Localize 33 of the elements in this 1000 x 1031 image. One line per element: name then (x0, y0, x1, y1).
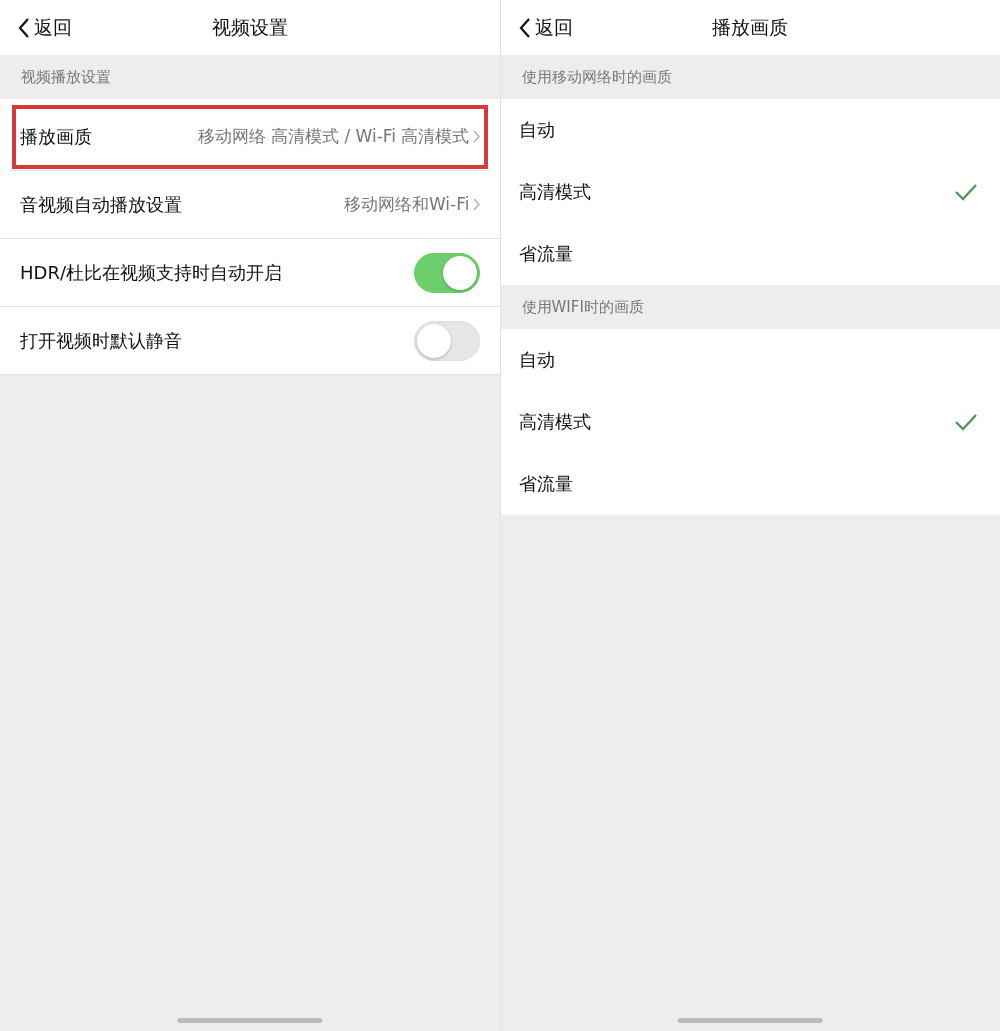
settings-row[interactable]: 播放画质 移动网络 高清模式 / Wi-Fi 高清模式 (10, 103, 490, 171)
back-button[interactable]: 返回 (518, 14, 573, 41)
row-value: 移动网络 高清模式 / Wi-Fi 高清模式 (197, 125, 470, 148)
back-chevron-icon (18, 16, 30, 39)
option-row[interactable]: 高清模式 (500, 161, 1000, 223)
option-row[interactable]: 自动 (500, 99, 1000, 161)
option-label: 省流量 (518, 242, 573, 266)
back-chevron-icon (518, 16, 531, 39)
screen-title: 视频设置 (211, 14, 288, 40)
chevron-icon (472, 198, 480, 211)
row-label: 音视频自动播放设置 (20, 192, 182, 217)
toggle-switch[interactable] (413, 252, 480, 293)
toggle-switch[interactable] (413, 320, 480, 361)
row-label: 打开视频时默认静音 (20, 328, 182, 353)
option-label: 高清模式 (518, 180, 591, 204)
row-label: 播放画质 (20, 124, 92, 149)
option-row[interactable]: 自动 (500, 329, 1000, 391)
row-label: HDR/杜比在视频支持时自动开启 (20, 260, 282, 285)
option-label: 自动 (518, 348, 555, 372)
option-label: 自动 (518, 118, 555, 142)
back-button[interactable]: 返回 (18, 14, 72, 41)
option-label: 高清模式 (518, 410, 591, 434)
row-value: 移动网络和Wi-Fi (343, 193, 470, 216)
screen-title: 播放画质 (712, 14, 789, 40)
option-label: 省流量 (518, 472, 573, 496)
settings-row[interactable]: 音视频自动播放设置 移动网络和Wi-Fi (0, 171, 500, 239)
option-row[interactable]: 省流量 (500, 453, 1000, 515)
section-header: 使用移动网络时的画质 (520, 66, 673, 88)
section-header: 使用WIFI时的画质 (520, 296, 645, 318)
section-header: 视频播放设置 (20, 66, 112, 88)
chevron-icon (472, 130, 480, 143)
option-row[interactable]: 省流量 (500, 223, 1000, 285)
option-row[interactable]: 高清模式 (500, 391, 1000, 453)
